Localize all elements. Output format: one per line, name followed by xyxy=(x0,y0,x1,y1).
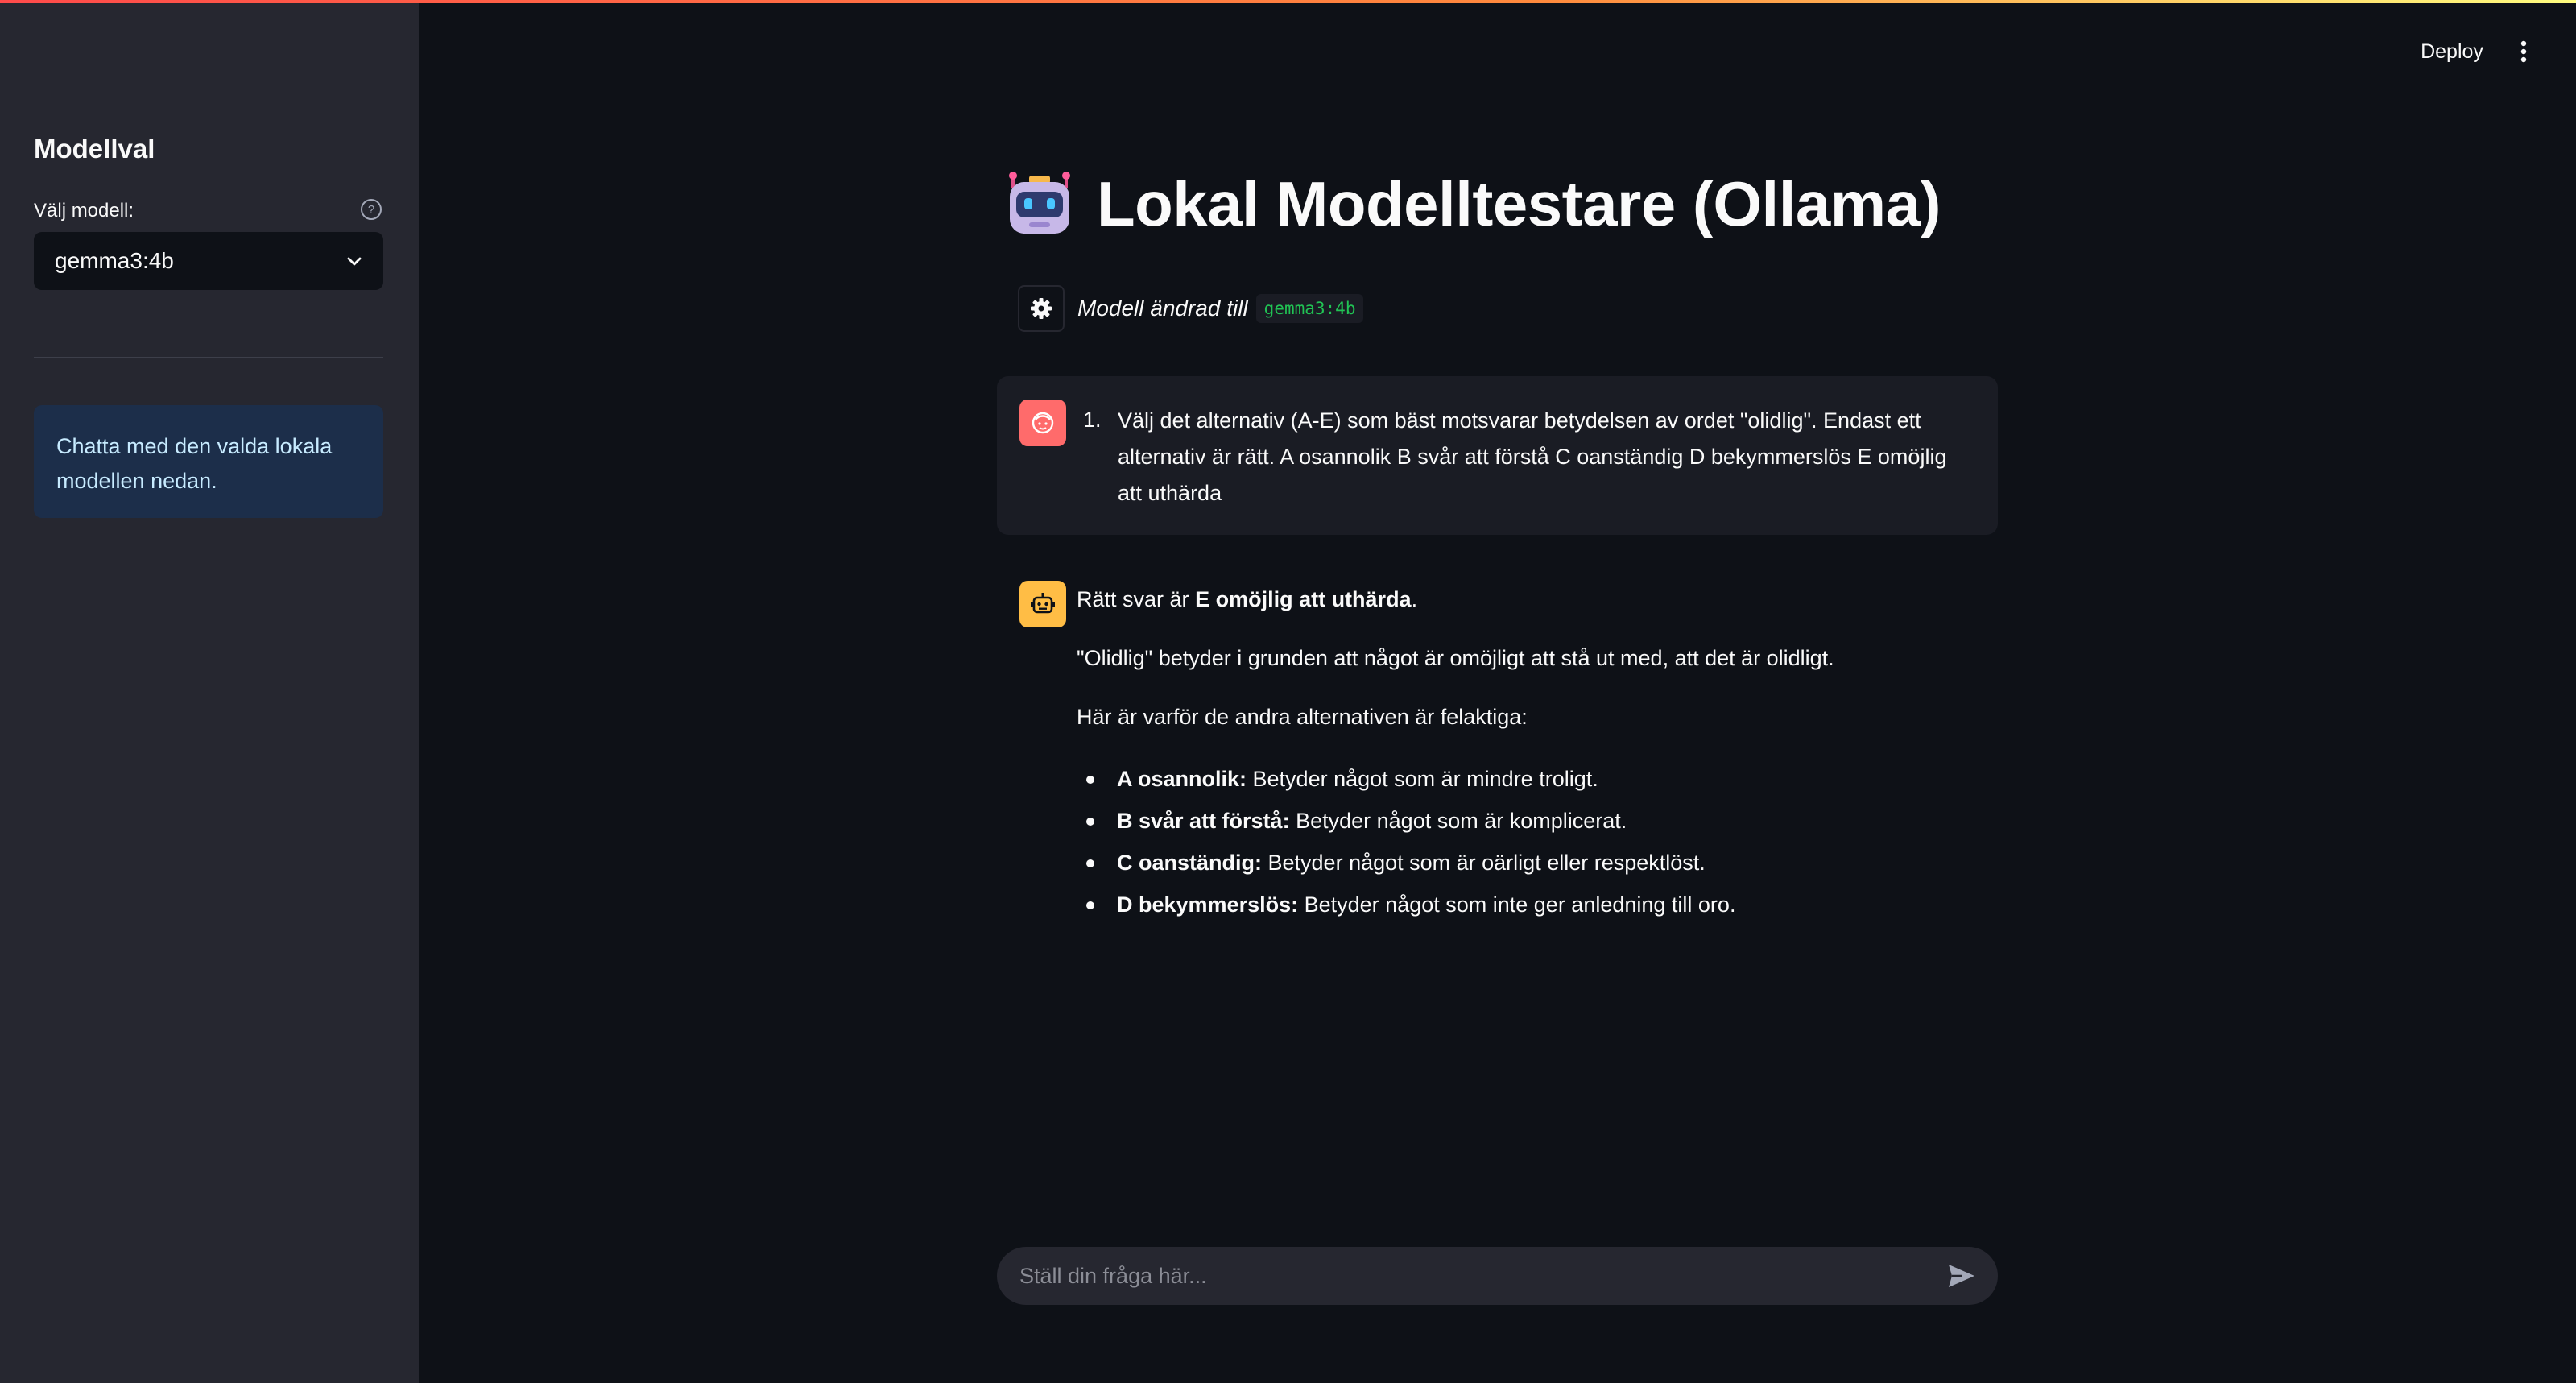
user-message-number: 1. xyxy=(1083,408,1102,432)
gear-icon xyxy=(1031,298,1052,319)
top-decoration-bar xyxy=(0,0,2576,3)
list-item-desc: Betyder något som är mindre troligt. xyxy=(1252,767,1598,791)
robot-icon xyxy=(1031,593,1055,614)
sidebar: Modellval Välj modell: ? gemma3:4b Chatt… xyxy=(0,0,419,1383)
list-item-desc: Betyder något som är komplicerat. xyxy=(1296,809,1627,833)
system-message-code: gemma3:4b xyxy=(1255,294,1364,323)
user-face-icon xyxy=(1032,412,1054,434)
sidebar-divider xyxy=(34,357,383,358)
list-item: D bekymmerslös: Betyder något som inte g… xyxy=(1077,884,1995,925)
chat-input-container xyxy=(997,1247,1998,1305)
answer-prefix: Rätt svar är xyxy=(1077,587,1189,611)
list-item-term: B svår att förstå: xyxy=(1117,809,1290,833)
page-title: Lokal Modelltestare (Ollama) xyxy=(1097,168,1941,239)
title-row: Lokal Modelltestare (Ollama) xyxy=(1005,159,1941,248)
answer-suffix: . xyxy=(1411,587,1418,611)
sidebar-heading: Modellval xyxy=(34,134,155,164)
user-avatar xyxy=(1019,400,1066,446)
list-item: A osannolik: Betyder något som är mindre… xyxy=(1077,758,1995,800)
chevron-down-icon xyxy=(347,257,362,266)
list-item-term: D bekymmerslös: xyxy=(1117,892,1299,917)
model-select-label: Välj modell: xyxy=(34,200,134,222)
model-select[interactable]: gemma3:4b xyxy=(34,232,383,290)
list-item: C oanständig: Betyder något som är oärli… xyxy=(1077,842,1995,884)
assistant-message: Rätt svar är E omöjlig att uthärda. "Oli… xyxy=(1077,582,1995,925)
list-item-term: C oanständig: xyxy=(1117,851,1262,875)
system-message-text: Modell ändrad till xyxy=(1077,296,1248,321)
assistant-avatar xyxy=(1019,581,1066,627)
system-message: Modell ändrad till gemma3:4b xyxy=(1018,285,1364,332)
list-item-desc: Betyder något som är oärligt eller respe… xyxy=(1267,851,1706,875)
answer-bold: E omöjlig att uthärda xyxy=(1195,587,1412,611)
deploy-button[interactable]: Deploy xyxy=(2408,35,2496,68)
chat-input[interactable] xyxy=(1019,1247,1905,1305)
assistant-answer: Rätt svar är E omöjlig att uthärda. xyxy=(1077,582,1995,618)
assistant-list: A osannolik: Betyder något som är mindre… xyxy=(1077,758,1995,925)
list-item-term: A osannolik: xyxy=(1117,767,1247,791)
list-item-desc: Betyder något som inte ger anledning til… xyxy=(1304,892,1736,917)
info-alert: Chatta med den valda lokala modellen ned… xyxy=(34,405,383,518)
assistant-explanation: "Olidlig" betyder i grunden att något är… xyxy=(1077,646,1834,670)
vertical-dots-icon[interactable] xyxy=(2512,37,2535,66)
user-message-text: Välj det alternativ (A-E) som bäst motsv… xyxy=(1118,408,1947,505)
system-avatar xyxy=(1018,285,1065,332)
help-icon[interactable]: ? xyxy=(359,197,383,222)
list-item: B svår att förstå: Betyder något som är … xyxy=(1077,800,1995,842)
robot-emoji-icon xyxy=(1009,172,1070,234)
assistant-list-intro: Här är varför de andra alternativen är f… xyxy=(1077,705,1528,729)
model-select-value: gemma3:4b xyxy=(55,248,174,273)
send-icon[interactable] xyxy=(1947,1263,1976,1289)
svg-text:?: ? xyxy=(368,203,374,217)
